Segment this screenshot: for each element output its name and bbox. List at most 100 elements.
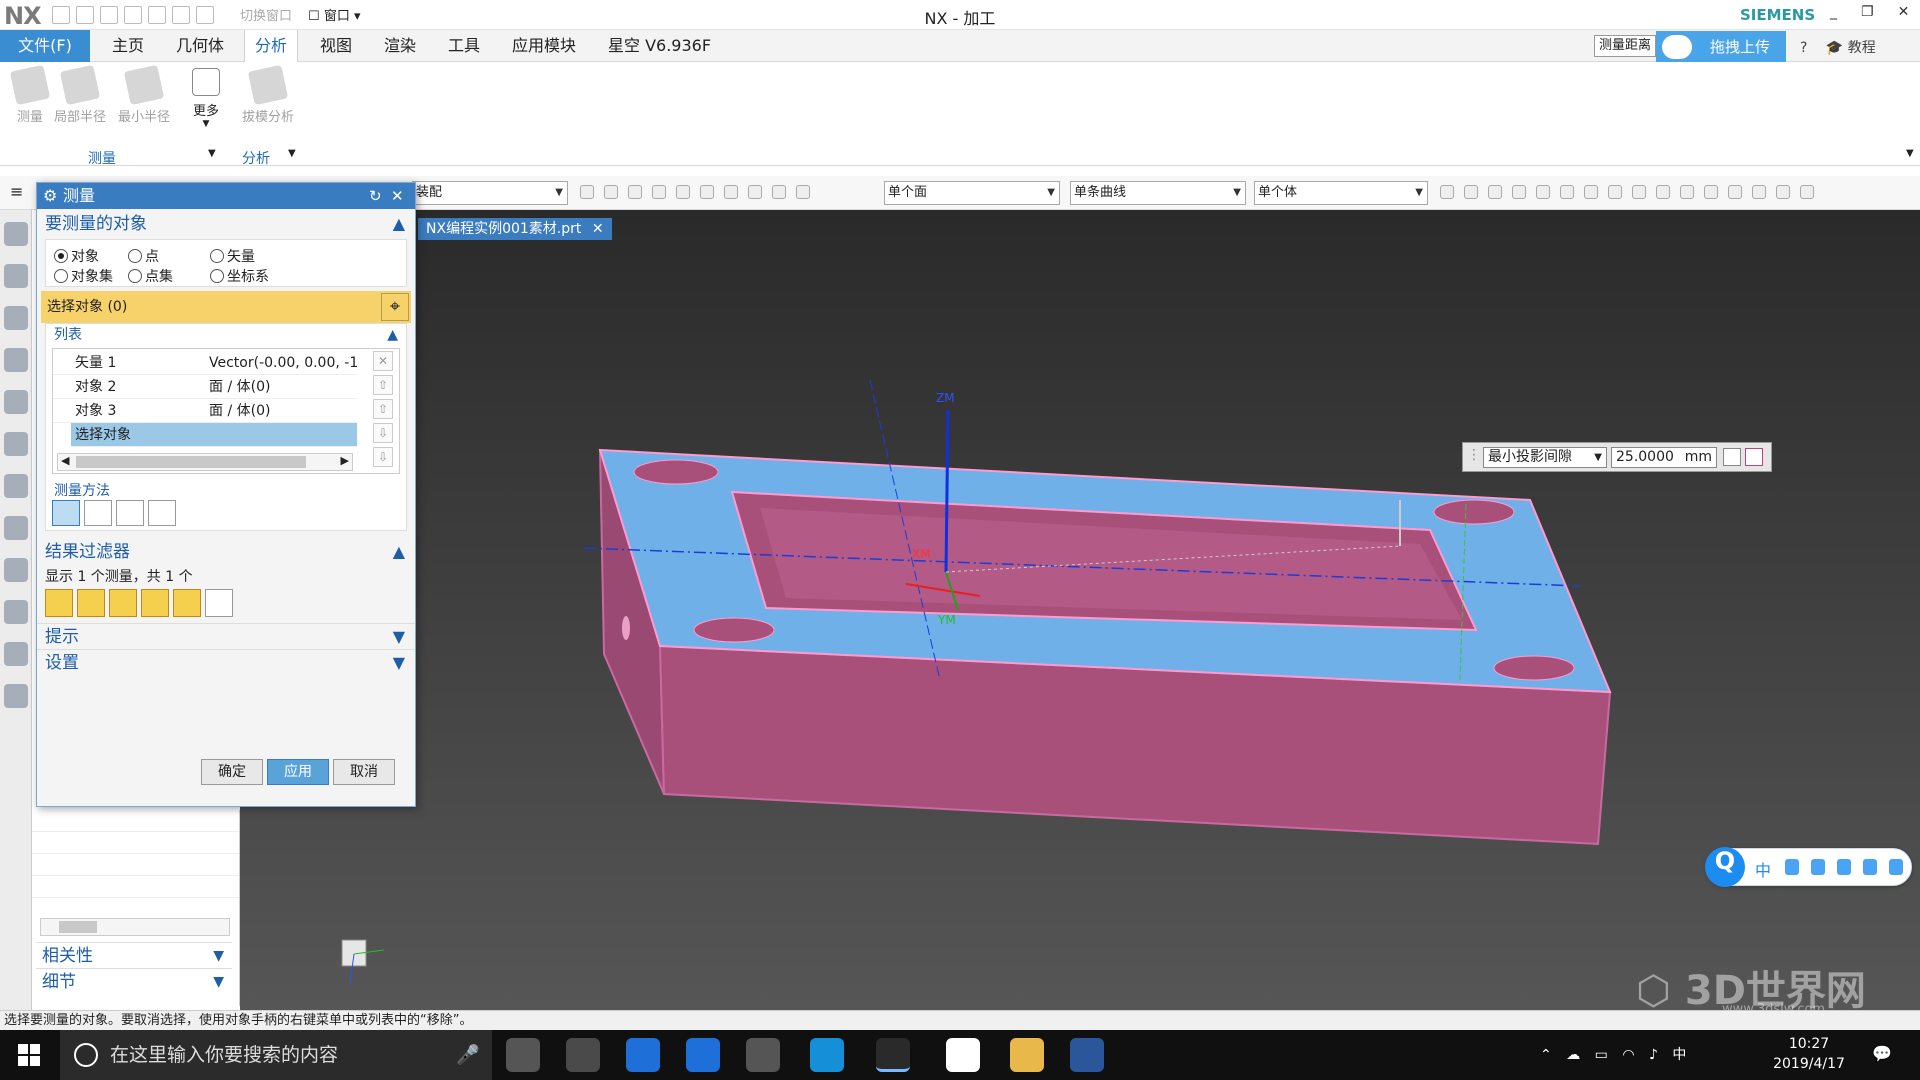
tutorial-link[interactable]: 教程 [1848, 40, 1876, 56]
select-icon-2[interactable] [604, 185, 618, 199]
resource-role-icon[interactable] [4, 642, 28, 666]
method-length-icon[interactable] [148, 500, 176, 526]
microphone-icon[interactable]: 🎤 [456, 1030, 480, 1080]
scroll-left-icon[interactable]: ◀ [61, 454, 69, 467]
select-icon-7[interactable] [724, 185, 738, 199]
readout-value-box[interactable]: 25.0000 mm [1611, 447, 1717, 468]
resource-settings-icon[interactable] [4, 222, 28, 246]
readout-measure-icon[interactable] [1745, 448, 1763, 466]
ok-button[interactable]: 确定 [201, 759, 263, 785]
section-related[interactable]: 相关性 ▼ [36, 942, 232, 968]
select-icon-4[interactable] [652, 185, 666, 199]
list-header[interactable]: 列表 ▲ [46, 324, 406, 346]
draft-analysis-button[interactable]: 拔模分析 [240, 64, 296, 125]
group-analysis-chevron-icon[interactable]: ▼ [288, 148, 296, 159]
snap-icon-7[interactable] [1584, 185, 1598, 199]
move-top-icon[interactable]: ⇧ [373, 375, 393, 395]
nx-taskbar-icon[interactable] [876, 1038, 910, 1072]
snap-icon-11[interactable] [1680, 185, 1694, 199]
select-icon-5[interactable] [676, 185, 690, 199]
help-icon[interactable]: ? [1800, 40, 1807, 56]
section-hint-header[interactable]: 提示 ▼ [37, 623, 415, 649]
snap-icon-10[interactable] [1656, 185, 1670, 199]
resource-operation-icon[interactable] [4, 390, 28, 414]
select-icon-6[interactable] [700, 185, 714, 199]
radio-csys[interactable]: 坐标系 [210, 266, 269, 286]
restore-icon[interactable]: ❐ [1861, 4, 1874, 20]
paste-icon[interactable] [148, 5, 166, 24]
resource-assembly-icon[interactable] [4, 264, 28, 288]
navigator-hscroll-thumb[interactable] [59, 921, 97, 933]
measure-button[interactable]: 测量 [2, 64, 58, 125]
navigator-hscroll[interactable] [40, 918, 230, 936]
tray-ime-label[interactable]: 中 [1672, 1047, 1686, 1063]
crosshair-icon[interactable]: ⌖ [381, 293, 409, 321]
repeat-command-icon[interactable] [172, 5, 190, 24]
curve-rule-combo[interactable]: 单条曲线 [1070, 181, 1246, 205]
snap-icon-6[interactable] [1560, 185, 1574, 199]
radio-vector[interactable]: 矢量 [210, 246, 255, 266]
ime-emoji-icon[interactable] [1889, 859, 1903, 875]
gear-icon[interactable]: ⚙ [43, 183, 57, 209]
dialog-header[interactable]: ⚙ 测量 ↻ ✕ [37, 183, 415, 209]
tab-home[interactable]: 主页 [102, 30, 154, 62]
tutorial-icon[interactable]: 🎓 [1826, 40, 1843, 56]
move-down-icon[interactable]: ⇩ [373, 423, 393, 443]
close-icon[interactable]: ✕ [1898, 4, 1910, 20]
reset-icon[interactable]: ↻ [369, 183, 382, 209]
measure-distance-box[interactable]: 测量距离 [1594, 35, 1656, 57]
move-up-icon[interactable]: ⇧ [373, 399, 393, 419]
tab-geometry[interactable]: 几何体 [166, 30, 234, 62]
list-item-selected[interactable]: 选择对象 [71, 423, 357, 447]
task-view-icon[interactable] [506, 1038, 540, 1072]
windows-start-icon[interactable] [18, 1044, 40, 1066]
section-filter-header[interactable]: 结果过滤器 ▲ [37, 537, 415, 567]
filter-curve-icon[interactable] [77, 589, 105, 617]
cancel-button[interactable]: 取消 [333, 759, 395, 785]
radio-object-set[interactable]: 对象集 [54, 266, 113, 286]
file-menu[interactable]: 文件(F) [0, 30, 90, 62]
filter-distance-icon[interactable] [45, 589, 73, 617]
radio-object[interactable]: 对象 [54, 246, 99, 266]
min-radius-button[interactable]: 最小半径 [116, 64, 172, 125]
select-icon-9[interactable] [772, 185, 786, 199]
ime-punct-icon[interactable] [1811, 859, 1825, 875]
copy-icon[interactable] [124, 5, 142, 24]
tray-wifi-icon[interactable]: ◠ [1622, 1047, 1634, 1063]
switch-window-button[interactable]: 切换窗口 [240, 5, 292, 24]
remove-icon[interactable]: ✕ [373, 351, 393, 371]
readout-copy-icon[interactable] [1723, 448, 1741, 466]
cut-icon[interactable] [100, 5, 118, 24]
snap-icon-16[interactable] [1800, 185, 1814, 199]
graphics-window[interactable]: ZM XM YM [240, 210, 1920, 1010]
upload-button[interactable]: 拖拽上传 [1656, 31, 1786, 63]
list-hscroll[interactable]: ◀ ▶ [57, 453, 353, 471]
undo-icon[interactable] [76, 5, 94, 24]
file-explorer-icon[interactable] [1010, 1038, 1044, 1072]
resource-reuse-icon[interactable] [4, 474, 28, 498]
snap-icon-8[interactable] [1608, 185, 1622, 199]
move-bottom-icon[interactable]: ⇩ [373, 447, 393, 467]
save-icon[interactable] [52, 5, 70, 24]
snap-icon-9[interactable] [1632, 185, 1646, 199]
touch-mode-icon[interactable] [196, 5, 214, 24]
select-icon-10[interactable] [796, 185, 810, 199]
apply-button[interactable]: 应用 [267, 759, 329, 785]
dialog-close-icon[interactable]: ✕ [391, 183, 404, 209]
snap-icon-12[interactable] [1704, 185, 1718, 199]
edge-2-icon[interactable] [686, 1038, 720, 1072]
resource-history-icon[interactable] [4, 558, 28, 582]
filter-list-icon[interactable] [205, 589, 233, 617]
minimize-icon[interactable]: _ [1830, 4, 1837, 20]
tab-view[interactable]: 视图 [310, 30, 362, 62]
snap-icon-1[interactable] [1440, 185, 1454, 199]
hole-1[interactable] [633, 459, 719, 485]
document-close-icon[interactable]: ✕ [592, 221, 604, 237]
notification-icon[interactable]: 💬 [1872, 1044, 1892, 1063]
resource-layer-icon[interactable] [4, 684, 28, 708]
filter-volume-icon[interactable] [141, 589, 169, 617]
part-model[interactable]: ZM XM YM [240, 210, 1920, 1010]
face-rule-combo[interactable]: 单个面 [884, 181, 1060, 205]
list-item[interactable]: 对象 3 面 / 体(0) [53, 399, 357, 423]
word-icon[interactable] [1070, 1038, 1104, 1072]
